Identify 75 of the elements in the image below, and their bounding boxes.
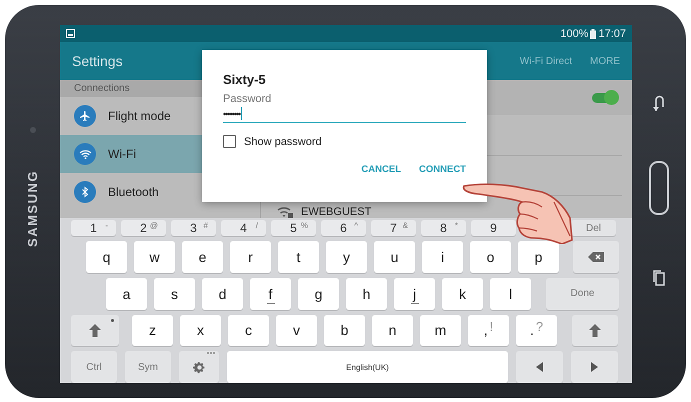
- backspace-icon: [588, 252, 604, 262]
- number-key[interactable]: 7 &: [371, 220, 416, 236]
- right-arrow-icon: [591, 362, 598, 372]
- letter-key[interactable]: s: [154, 278, 195, 310]
- shift-icon: [89, 324, 101, 337]
- done-key[interactable]: Done: [546, 278, 619, 310]
- clock: 17:07: [598, 28, 626, 40]
- battery-icon: [590, 28, 596, 38]
- right-arrow-key[interactable]: [571, 351, 618, 383]
- wifi-icon: [78, 148, 92, 160]
- left-arrow-key[interactable]: [516, 351, 563, 383]
- letter-key[interactable]: d: [202, 278, 243, 310]
- app-title: Settings: [72, 53, 123, 69]
- sidebar-label: Flight mode: [108, 109, 171, 123]
- function-key[interactable]: Ctrl: [71, 351, 117, 383]
- sidebar-label: Wi-Fi: [108, 147, 136, 161]
- recent-apps-icon[interactable]: [653, 270, 665, 286]
- left-arrow-icon: [536, 362, 543, 372]
- letter-key[interactable]: v: [276, 314, 317, 346]
- letter-key[interactable]: c: [228, 314, 269, 346]
- brand-logo: SAMSUNG: [25, 170, 40, 247]
- letter-key[interactable]: n: [372, 314, 413, 346]
- letter-key[interactable]: i: [422, 241, 463, 273]
- number-key[interactable]: 4 /: [221, 220, 266, 236]
- letter-key[interactable]: p: [518, 241, 559, 273]
- letter-key[interactable]: w: [134, 241, 175, 273]
- camera-dot: [30, 127, 36, 133]
- number-key[interactable]: 2 @: [121, 220, 166, 236]
- letter-key[interactable]: l: [490, 278, 531, 310]
- number-key[interactable]: 1 -: [71, 220, 116, 236]
- letter-key[interactable]: f: [250, 278, 291, 310]
- password-field[interactable]: ••••••••: [223, 105, 466, 123]
- network-name[interactable]: EWEBGUEST: [301, 206, 372, 218]
- wifi-lock-icon: [277, 206, 293, 218]
- letter-key[interactable]: .?: [516, 314, 557, 346]
- letter-key[interactable]: y: [326, 241, 367, 273]
- letter-key[interactable]: k: [442, 278, 483, 310]
- shift-key[interactable]: [71, 314, 119, 346]
- shift-key[interactable]: [572, 314, 618, 346]
- letter-key[interactable]: g: [298, 278, 339, 310]
- backspace-key[interactable]: [573, 241, 619, 273]
- letter-key[interactable]: b: [324, 314, 365, 346]
- checkbox[interactable]: [223, 135, 236, 148]
- letter-key[interactable]: h: [346, 278, 387, 310]
- shift-icon: [589, 324, 601, 337]
- function-key[interactable]: Sym: [125, 351, 171, 383]
- letter-key[interactable]: j: [394, 278, 435, 310]
- letter-key[interactable]: t: [278, 241, 319, 273]
- number-key[interactable]: 8 *: [421, 220, 466, 236]
- letter-key[interactable]: m: [420, 314, 461, 346]
- number-key[interactable]: 5 %: [271, 220, 316, 236]
- settings-icon: [192, 360, 206, 374]
- space-key[interactable]: English(UK): [227, 351, 508, 383]
- number-key[interactable]: 6 ^: [321, 220, 366, 236]
- bluetooth-icon: [79, 186, 91, 198]
- letter-key[interactable]: a: [106, 278, 147, 310]
- letter-key[interactable]: x: [180, 314, 221, 346]
- letter-key[interactable]: z: [132, 314, 173, 346]
- delete-key[interactable]: Del: [571, 220, 616, 236]
- wifi-toggle[interactable]: [592, 92, 616, 103]
- battery-percent: 100%: [560, 28, 588, 40]
- image-icon: [66, 29, 75, 38]
- letter-key[interactable]: ,!: [468, 314, 509, 346]
- number-key[interactable]: 3 #: [171, 220, 216, 236]
- home-button[interactable]: [649, 161, 669, 215]
- settings-key[interactable]: [179, 351, 219, 383]
- letter-key[interactable]: u: [374, 241, 415, 273]
- letter-key[interactable]: q: [86, 241, 127, 273]
- sidebar-label: Bluetooth: [108, 185, 159, 199]
- number-key[interactable]: 9: [471, 220, 516, 236]
- back-icon[interactable]: [653, 95, 665, 111]
- letter-key[interactable]: e: [182, 241, 223, 273]
- airplane-icon: [79, 110, 91, 122]
- letter-key[interactable]: o: [470, 241, 511, 273]
- letter-key[interactable]: r: [230, 241, 271, 273]
